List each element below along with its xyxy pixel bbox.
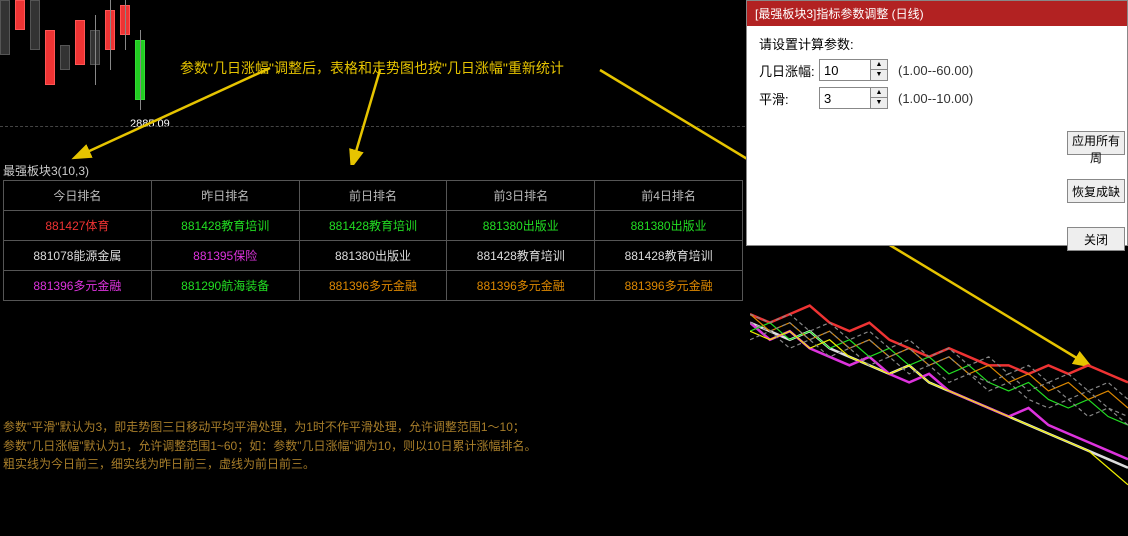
table-cell: 881395保险 — [151, 241, 299, 271]
dialog-prompt: 请设置计算参数: — [759, 34, 1115, 53]
table-cell: 881380出版业 — [595, 211, 743, 241]
close-button[interactable]: 关闭 — [1067, 227, 1125, 251]
param-label-smooth: 平滑: — [759, 89, 819, 108]
trend-line — [750, 323, 1128, 417]
candlestick-wick — [95, 15, 96, 85]
trend-chart — [750, 280, 1128, 536]
spinner-up-icon[interactable]: ▲ — [871, 60, 887, 70]
table-row: 881427体育881428教育培训881428教育培训881380出版业881… — [4, 211, 743, 241]
table-cell: 881396多元金融 — [447, 271, 595, 301]
spinner-down-icon[interactable]: ▼ — [871, 70, 887, 80]
candlestick-wick — [110, 0, 111, 70]
param-input-smooth[interactable] — [820, 88, 870, 108]
candlestick — [75, 20, 85, 65]
parameter-dialog: [最强板块3]指标参数调整 (日线) 请设置计算参数: 几日涨幅: ▲ ▼ (1… — [746, 0, 1128, 246]
table-cell: 881396多元金融 — [299, 271, 447, 301]
param-input-days[interactable] — [820, 60, 870, 80]
candlestick — [30, 0, 40, 50]
spinner-up-icon[interactable]: ▲ — [871, 88, 887, 98]
trend-line — [750, 323, 1128, 460]
table-row: 881396多元金融881290航海装备881396多元金融881396多元金融… — [4, 271, 743, 301]
table-header: 前日排名 — [299, 181, 447, 211]
arrow-icon — [340, 70, 400, 165]
table-cell: 881078能源金属 — [4, 241, 152, 271]
table-header: 前3日排名 — [447, 181, 595, 211]
table-header: 今日排名 — [4, 181, 152, 211]
candlestick-wick — [140, 30, 141, 110]
table-cell: 881396多元金融 — [595, 271, 743, 301]
ranking-table: 今日排名昨日排名前日排名前3日排名前4日排名 881427体育881428教育培… — [3, 180, 743, 301]
candlestick — [60, 45, 70, 70]
candlestick — [45, 30, 55, 85]
table-cell: 881428教育培训 — [151, 211, 299, 241]
table-cell: 881428教育培训 — [595, 241, 743, 271]
candlestick — [15, 0, 25, 30]
apply-all-button[interactable]: 应用所有周 — [1067, 131, 1125, 155]
annotation-text: 参数"几日涨幅"调整后，表格和走势图也按"几日涨幅"重新统计 — [180, 58, 564, 78]
price-label: 2885.09 — [130, 118, 170, 130]
table-header: 前4日排名 — [595, 181, 743, 211]
spinner-down-icon[interactable]: ▼ — [871, 98, 887, 108]
table-cell: 881428教育培训 — [447, 241, 595, 271]
divider — [0, 126, 745, 127]
table-header: 昨日排名 — [151, 181, 299, 211]
candlestick — [0, 0, 10, 55]
table-row: 881078能源金属881395保险881380出版业881428教育培训881… — [4, 241, 743, 271]
section-title: 最强板块3(10,3) — [3, 162, 89, 179]
param-range-days: (1.00--60.00) — [898, 63, 973, 78]
table-cell: 881427体育 — [4, 211, 152, 241]
param-range-smooth: (1.00--10.00) — [898, 91, 973, 106]
dialog-title: [最强板块3]指标参数调整 (日线) — [747, 1, 1127, 26]
trend-line — [750, 306, 1128, 383]
help-text: 参数"平滑"默认为3，即走势图三日移动平均平滑处理，为1时不作平滑处理，允许调整… — [3, 418, 536, 474]
trend-line — [750, 331, 1128, 485]
table-cell: 881290航海装备 — [151, 271, 299, 301]
param-label-days: 几日涨幅: — [759, 61, 819, 80]
table-cell: 881396多元金融 — [4, 271, 152, 301]
table-cell: 881380出版业 — [299, 241, 447, 271]
table-cell: 881380出版业 — [447, 211, 595, 241]
restore-default-button[interactable]: 恢复成缺 — [1067, 179, 1125, 203]
candlestick-wick — [125, 0, 126, 50]
table-cell: 881428教育培训 — [299, 211, 447, 241]
